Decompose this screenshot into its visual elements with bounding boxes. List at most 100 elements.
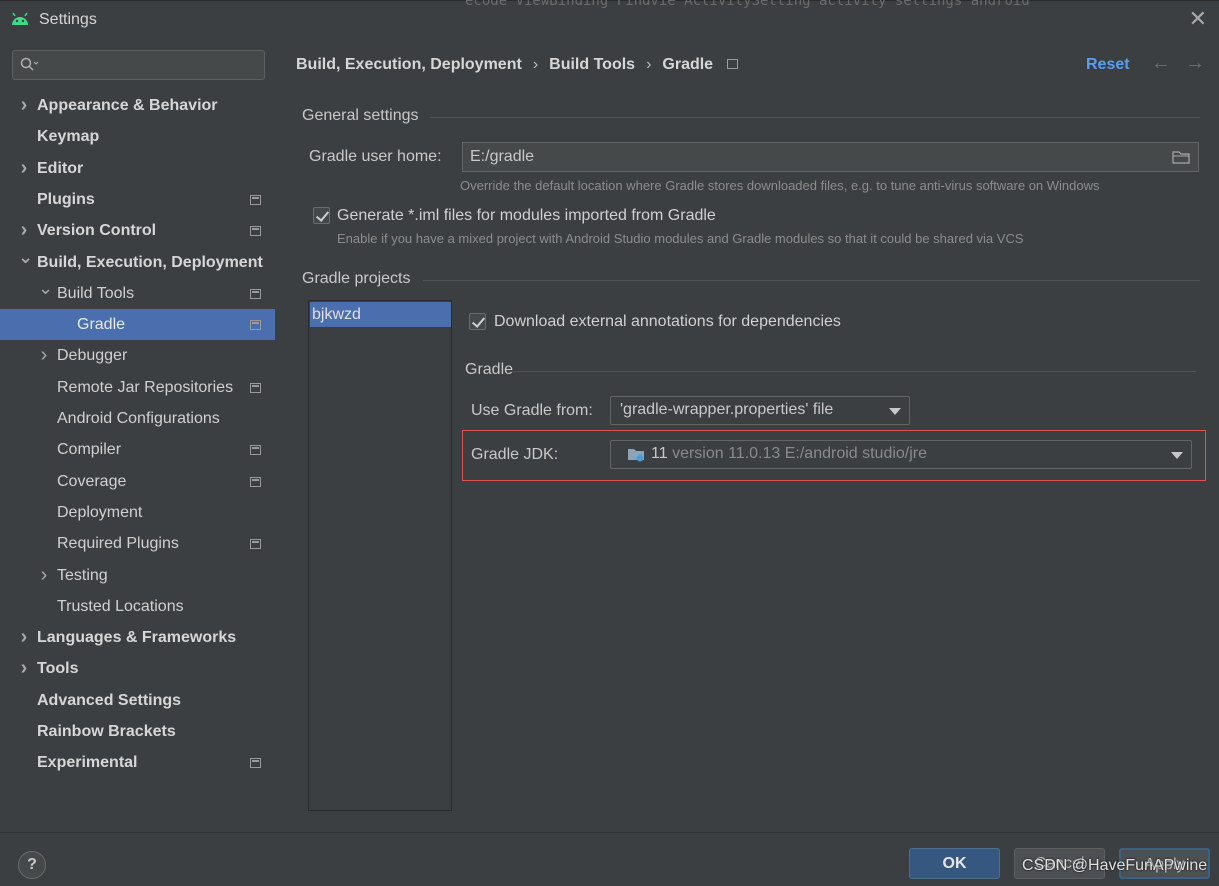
sidebar-item-label: Deployment [57, 504, 143, 521]
breadcrumb-separator: › [532, 56, 539, 73]
sidebar-item-testing[interactable]: › Testing [0, 560, 275, 591]
jdk-detail: version 11.0.13 E:/android studio/jre [672, 445, 928, 462]
gradle-jdk-label: Gradle JDK: [471, 446, 559, 463]
sidebar-item-languages-frameworks[interactable]: › Languages & Frameworks [0, 622, 275, 653]
sidebar-item-label: Debugger [57, 347, 128, 364]
sidebar-item-experimental[interactable]: Experimental [0, 747, 275, 778]
download-annotations-checkbox[interactable] [469, 313, 486, 330]
gradle-home-value: E:/gradle [470, 148, 535, 165]
sidebar-item-version-control[interactable]: › Version Control [0, 215, 275, 246]
sidebar-item-editor[interactable]: › Editor [0, 153, 275, 184]
use-gradle-from-label: Use Gradle from: [471, 402, 593, 419]
chevron-down-icon[interactable]: ⌄ [18, 242, 33, 273]
forward-arrow-icon[interactable]: → [1185, 52, 1205, 75]
sidebar-item-required-plugins[interactable]: Required Plugins [0, 528, 275, 559]
breadcrumb-item[interactable]: Build Tools [549, 56, 635, 74]
section-divider [510, 371, 1196, 372]
chevron-down-icon [889, 408, 901, 415]
chevron-right-icon[interactable]: › [18, 622, 30, 653]
chevron-right-icon[interactable]: › [38, 560, 50, 591]
sidebar-item-label: Remote Jar Repositories [57, 379, 234, 396]
project-scope-icon [250, 445, 261, 455]
sidebar-item-rainbow-brackets[interactable]: Rainbow Brackets [0, 716, 275, 747]
chevron-down-icon[interactable]: ⌄ [38, 273, 53, 304]
breadcrumb-item: Gradle [662, 56, 714, 73]
sidebar-item-label: Experimental [37, 754, 138, 771]
window-title: Settings [39, 11, 97, 28]
chevron-right-icon[interactable]: › [18, 90, 30, 121]
project-scope-icon [250, 383, 261, 393]
gradle-home-hint: Override the default location where Grad… [460, 178, 1100, 193]
sidebar-item-label: Languages & Frameworks [37, 629, 237, 646]
chevron-right-icon[interactable]: › [18, 653, 30, 684]
sidebar-item-appearance-behavior[interactable]: › Appearance & Behavior [0, 90, 275, 121]
sidebar-item-deployment[interactable]: Deployment [0, 497, 275, 528]
generate-iml-label: Generate *.iml files for modules importe… [337, 207, 716, 224]
sidebar-item-label: Build, Execution, Deployment [37, 254, 263, 271]
breadcrumb: Build, Execution, Deployment › Build Tools… [296, 56, 739, 74]
sidebar-item-gradle[interactable]: Gradle [0, 309, 275, 340]
project-scope-icon [250, 195, 261, 205]
title-bar: ecode ViewBinding Findvie ActivitySettin… [0, 0, 1219, 38]
gradle-subsection-title: Gradle [465, 361, 514, 378]
reset-link[interactable]: Reset [1086, 56, 1130, 74]
sidebar-item-compiler[interactable]: Compiler [0, 434, 275, 465]
sidebar-item-build-tools[interactable]: ⌄ Build Tools [0, 278, 275, 309]
folder-icon[interactable] [1172, 150, 1190, 164]
sidebar-item-android-configurations[interactable]: Android Configurations [0, 403, 275, 434]
section-divider [423, 280, 1200, 281]
sidebar-item-label: Coverage [57, 473, 127, 490]
chevron-right-icon[interactable]: › [18, 153, 30, 184]
gradle-projects-title: Gradle projects [302, 270, 411, 287]
project-scope-icon [250, 320, 261, 330]
sidebar-item-label: Compiler [57, 441, 122, 458]
gradle-home-label: Gradle user home: [309, 148, 442, 165]
sidebar-item-label: Tools [37, 660, 79, 677]
sidebar-item-plugins[interactable]: Plugins [0, 184, 275, 215]
project-list-item[interactable]: bjkwzd [310, 302, 451, 327]
sidebar-item-label: Android Configurations [57, 410, 220, 427]
project-scope-icon [250, 289, 261, 299]
help-button[interactable]: ? [18, 851, 46, 879]
project-scope-icon [250, 477, 261, 487]
sidebar-item-label: Appearance & Behavior [37, 97, 218, 114]
project-scope-icon [727, 59, 739, 69]
use-gradle-from-dropdown[interactable]: 'gradle-wrapper.properties' file [610, 396, 910, 425]
watermark-text: CSDN @HaveFunAPwine [1022, 857, 1208, 874]
jdk-version: 11 [651, 445, 668, 462]
sidebar-item-trusted-locations[interactable]: Trusted Locations [0, 591, 275, 622]
sidebar-item-label: Plugins [37, 191, 95, 208]
search-icon [19, 56, 41, 74]
sidebar-item-label: Keymap [37, 128, 100, 145]
sidebar-item-debugger[interactable]: › Debugger [0, 340, 275, 371]
sidebar-item-tools[interactable]: › Tools [0, 653, 275, 684]
chevron-right-icon[interactable]: › [38, 340, 50, 371]
gradle-home-field[interactable]: E:/gradle [462, 142, 1199, 172]
android-studio-icon [12, 12, 28, 25]
download-annotations-label: Download external annotations for depend… [494, 313, 841, 330]
generate-iml-checkbox[interactable] [313, 207, 330, 224]
sidebar-item-coverage[interactable]: Coverage [0, 466, 275, 497]
search-input[interactable] [12, 50, 265, 80]
section-divider [430, 117, 1200, 118]
use-gradle-from-value: 'gradle-wrapper.properties' file [620, 401, 834, 418]
sidebar-item-label: Gradle [77, 316, 126, 333]
sidebar-item-label: Build Tools [57, 285, 135, 302]
sidebar-item-label: Editor [37, 160, 84, 177]
ok-button[interactable]: OK [909, 848, 1000, 879]
breadcrumb-item[interactable]: Build, Execution, Deployment [296, 56, 522, 74]
sidebar-item-remote-jar-repositories[interactable]: Remote Jar Repositories [0, 372, 275, 403]
back-arrow-icon[interactable]: ← [1151, 52, 1171, 75]
gradle-jdk-dropdown[interactable]: 11 version 11.0.13 E:/android studio/jre [610, 440, 1192, 469]
sidebar-item-keymap[interactable]: Keymap [0, 121, 275, 152]
close-icon[interactable]: ✕ [1189, 7, 1207, 31]
gradle-settings-panel: Build, Execution, Deployment › Build Tools… [275, 38, 1219, 832]
sidebar-item-label: Required Plugins [57, 535, 179, 552]
background-code-text: ecode ViewBinding Findvie ActivitySettin… [465, 0, 1030, 9]
gradle-projects-list[interactable]: bjkwzd [308, 300, 452, 811]
settings-sidebar: › Appearance & Behavior Keymap › Editor Plugi… [0, 38, 275, 832]
sidebar-item-advanced-settings[interactable]: Advanced Settings [0, 685, 275, 716]
sidebar-item-label: Rainbow Brackets [37, 723, 176, 740]
breadcrumb-separator: › [646, 56, 652, 73]
project-scope-icon [250, 539, 261, 549]
